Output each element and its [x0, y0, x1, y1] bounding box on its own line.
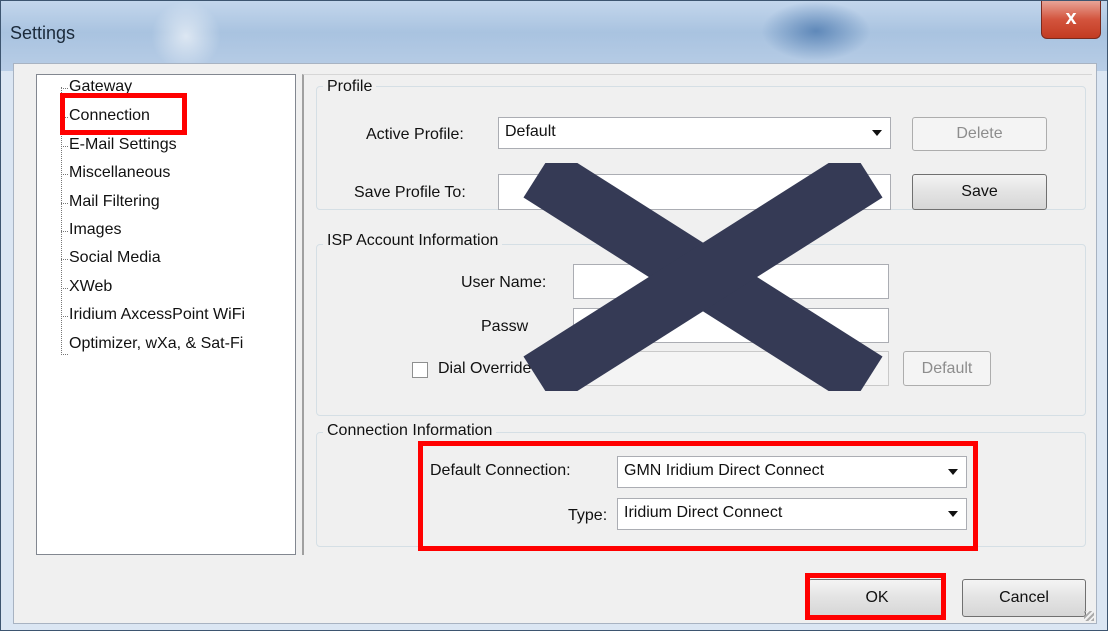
dial-override-default-button[interactable]: Default	[903, 351, 991, 386]
tree-item-xweb[interactable]: XWeb	[69, 278, 112, 296]
titlebar-glow	[761, 1, 871, 61]
tree-item-iridium-axcesspoint-wifi[interactable]: Iridium AxcessPoint WiFi	[69, 306, 245, 324]
tree-item-social-media[interactable]: Social Media	[69, 249, 161, 267]
tree-connector	[61, 88, 68, 89]
tree-item-images[interactable]: Images	[69, 221, 121, 239]
active-profile-label: Active Profile:	[366, 126, 464, 143]
active-profile-select[interactable]: Default	[498, 117, 891, 149]
settings-tree: Gateway Connection E-Mail Settings Misce…	[36, 74, 296, 555]
close-icon: x	[1065, 7, 1077, 29]
tree-connector	[61, 354, 68, 355]
window-title: Settings	[10, 23, 76, 43]
isp-account-group-label: ISP Account Information	[323, 232, 503, 250]
tree-item-email-settings[interactable]: E-Mail Settings	[69, 136, 177, 154]
tree-connector	[61, 203, 68, 204]
tree-connector	[61, 174, 68, 175]
highlight-connection-info	[418, 441, 978, 551]
highlight-ok-button	[805, 573, 946, 620]
settings-window: Settings x Gateway Connection E-Mail Set…	[0, 0, 1108, 631]
highlight-connection	[60, 93, 187, 135]
cancel-button[interactable]: Cancel	[962, 579, 1086, 617]
save-profile-to-label: Save Profile To:	[354, 184, 466, 201]
tree-connector	[61, 231, 68, 232]
tree-item-miscellaneous[interactable]: Miscellaneous	[69, 164, 170, 182]
tree-connector	[61, 146, 68, 147]
connection-info-group-label: Connection Information	[323, 422, 497, 440]
tree-item-optimizer[interactable]: Optimizer, wXa, & Sat-Fi	[69, 335, 243, 353]
delete-button[interactable]: Delete	[912, 117, 1047, 151]
cross-out-icon	[523, 163, 883, 391]
tree-connector	[61, 259, 68, 260]
close-button[interactable]: x	[1041, 1, 1101, 39]
profile-group-label: Profile	[323, 78, 377, 96]
title-bar[interactable]: Settings x	[1, 1, 1107, 71]
active-profile-value: Default	[505, 123, 556, 140]
resize-grip-icon[interactable]	[1084, 611, 1094, 621]
tree-connector	[61, 288, 68, 289]
tree-connector	[61, 316, 68, 317]
titlebar-glow	[151, 1, 221, 71]
dropdown-arrow-icon	[872, 130, 882, 136]
dial-override-checkbox[interactable]	[412, 362, 428, 378]
save-button[interactable]: Save	[912, 174, 1047, 210]
tree-item-mail-filtering[interactable]: Mail Filtering	[69, 193, 160, 211]
